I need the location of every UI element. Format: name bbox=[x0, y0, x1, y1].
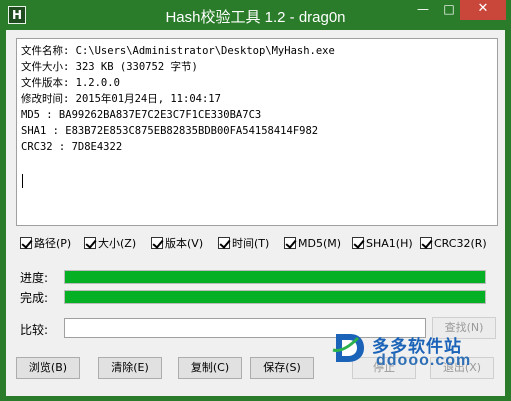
close-button[interactable]: ✕ bbox=[460, 0, 506, 20]
checkbox-size[interactable]: 大小(Z) bbox=[84, 235, 136, 253]
maximize-button[interactable]: □ bbox=[436, 0, 462, 20]
checkbox-checked-icon bbox=[20, 237, 32, 249]
info-line-modified: 修改时间: 2015年01月24日, 11:04:17 bbox=[21, 93, 221, 105]
checkbox-path[interactable]: 路径(P) bbox=[20, 235, 71, 253]
browse-button[interactable]: 浏览(B) bbox=[16, 357, 80, 379]
info-line-crc32: CRC32 : 7D8E4322 bbox=[21, 141, 123, 153]
text-caret bbox=[22, 174, 23, 188]
checkbox-label: MD5(M) bbox=[298, 237, 342, 250]
checkbox-time[interactable]: 时间(T) bbox=[218, 235, 269, 253]
hash-result-textbox[interactable]: 文件名称: C:\Users\Administrator\Desktop\MyH… bbox=[16, 38, 498, 226]
checkbox-label: 大小(Z) bbox=[98, 237, 137, 250]
info-line-sha1: SHA1 : E83B72E853C875EB82835BDB00FA54158… bbox=[21, 125, 319, 137]
checkbox-label: SHA1(H) bbox=[366, 237, 413, 250]
checkbox-checked-icon bbox=[284, 237, 296, 249]
checkbox-crc32[interactable]: CRC32(R) bbox=[420, 235, 487, 253]
complete-label: 完成: bbox=[20, 291, 49, 305]
progress-label: 进度: bbox=[20, 271, 49, 285]
ddooo-logo-icon bbox=[332, 334, 364, 362]
copy-button[interactable]: 复制(C) bbox=[178, 357, 242, 379]
info-line-md5: MD5 : BA99262BA837E7C2E3C7F1CE330BA7C3 bbox=[21, 109, 262, 121]
save-button[interactable]: 保存(S) bbox=[250, 357, 314, 379]
checkbox-label: 路径(P) bbox=[34, 237, 72, 250]
checkbox-checked-icon bbox=[420, 237, 432, 249]
checkbox-checked-icon bbox=[218, 237, 230, 249]
checkbox-sha1[interactable]: SHA1(H) bbox=[352, 235, 413, 253]
checkbox-checked-icon bbox=[151, 237, 163, 249]
info-line-filename: 文件名称: C:\Users\Administrator\Desktop\MyH… bbox=[21, 45, 335, 57]
app-window: H Hash校验工具 1.2 - drag0n — □ ✕ 文件名称: C:\U… bbox=[0, 0, 511, 401]
checkbox-label: CRC32(R) bbox=[434, 237, 487, 250]
checkbox-version[interactable]: 版本(V) bbox=[151, 235, 203, 253]
complete-bar bbox=[64, 290, 486, 304]
checkbox-checked-icon bbox=[84, 237, 96, 249]
watermark: 多多软件站 ddooo.com bbox=[330, 330, 500, 369]
checkbox-label: 时间(T) bbox=[232, 237, 270, 250]
info-line-filesize: 文件大小: 323 KB (330752 字节) bbox=[21, 61, 198, 73]
compare-label: 比较: bbox=[20, 323, 49, 337]
watermark-site-url: ddooo.com bbox=[376, 352, 472, 369]
clear-button[interactable]: 清除(E) bbox=[98, 357, 162, 379]
checkbox-label: 版本(V) bbox=[165, 237, 204, 250]
complete-bar-fill bbox=[65, 291, 485, 303]
progress-bar bbox=[64, 270, 486, 284]
checkbox-md5[interactable]: MD5(M) bbox=[284, 235, 341, 253]
minimize-button[interactable]: — bbox=[410, 0, 436, 20]
info-line-version: 文件版本: 1.2.0.0 bbox=[21, 77, 120, 89]
title-bar[interactable]: H Hash校验工具 1.2 - drag0n — □ ✕ bbox=[0, 0, 511, 30]
progress-bar-fill bbox=[65, 271, 485, 283]
checkbox-checked-icon bbox=[352, 237, 364, 249]
